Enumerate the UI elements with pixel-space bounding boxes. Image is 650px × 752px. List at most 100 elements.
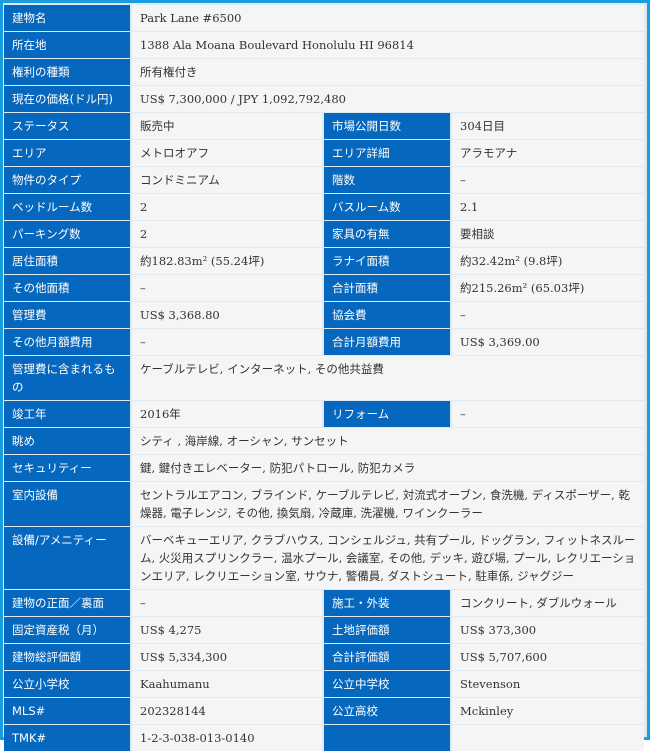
label-total-area: 合計面積 (324, 275, 452, 301)
label-ownership: 権利の種類 (4, 59, 132, 85)
value-total-area: 約215.26m² (65.03坪) (452, 275, 644, 301)
label-empty (324, 725, 452, 751)
value-status: 販売中 (132, 113, 324, 139)
label-status: ステータス (4, 113, 132, 139)
value-construction: コンクリート, ダブルウォール (452, 590, 644, 616)
row-view: 眺め シティ , 海岸線, オーシャン, サンセット (4, 428, 644, 454)
label-tmk: TMK# (4, 725, 132, 751)
value-tmk: 1-2-3-038-013-0140 (132, 725, 324, 751)
value-mls: 202328144 (132, 698, 324, 724)
label-association-fee: 協会費 (324, 302, 452, 328)
value-renovation: – (452, 401, 644, 427)
label-view: 眺め (4, 428, 132, 454)
label-area: エリア (4, 140, 132, 166)
value-price: US$ 7,300,000 / JPY 1,092,792,480 (132, 86, 644, 112)
row-other-monthly: その他月額費用 – 合計月額費用 US$ 3,369.00 (4, 329, 644, 355)
label-land-assessment: 土地評価額 (324, 617, 452, 643)
label-interior-features: 室内設備 (4, 482, 132, 526)
value-other-monthly: – (132, 329, 324, 355)
row-elementary-school: 公立小学校 Kaahumanu 公立中学校 Stevenson (4, 671, 644, 697)
value-elementary-school: Kaahumanu (132, 671, 324, 697)
property-spec-frame: 建物名 Park Lane #6500 所在地 1388 Ala Moana B… (0, 0, 650, 751)
value-empty (452, 725, 644, 751)
row-property-tax: 固定資産税（月） US$ 4,275 土地評価額 US$ 373,300 (4, 617, 644, 643)
row-bedrooms: ベッドルーム数 2 バスルーム数 2.1 (4, 194, 644, 220)
value-association-fee: – (452, 302, 644, 328)
label-amenities: 設備/アメニティー (4, 527, 132, 589)
label-living-area: 居住面積 (4, 248, 132, 274)
value-security: 鍵, 鍵付きエレベーター, 防犯パトロール, 防犯カメラ (132, 455, 644, 481)
row-building-assessment: 建物総評価額 US$ 5,334,300 合計評価額 US$ 5,707,600 (4, 644, 644, 670)
value-total-assessment: US$ 5,707,600 (452, 644, 644, 670)
label-middle-school: 公立中学校 (324, 671, 452, 697)
label-other-area: その他面積 (4, 275, 132, 301)
row-address: 所在地 1388 Ala Moana Boulevard Honolulu HI… (4, 32, 644, 58)
row-tmk: TMK# 1-2-3-038-013-0140 (4, 725, 644, 751)
row-fee-includes: 管理費に含まれるもの ケーブルテレビ, インターネット, その他共益費 (4, 356, 644, 400)
value-property-tax: US$ 4,275 (132, 617, 324, 643)
row-parking: パーキング数 2 家具の有無 要相談 (4, 221, 644, 247)
value-amenities: バーベキューエリア, クラブハウス, コンシェルジュ, 共有プール, ドッグラン… (132, 527, 644, 589)
label-lanai-area: ラナイ面積 (324, 248, 452, 274)
value-interior-features: セントラルエアコン, ブラインド, ケーブルテレビ, 対流式オーブン, 食洗機,… (132, 482, 644, 526)
row-property-type: 物件のタイプ コンドミニアム 階数 – (4, 167, 644, 193)
label-construction: 施工・外装 (324, 590, 452, 616)
value-maintenance-fee: US$ 3,368.80 (132, 302, 324, 328)
row-amenities: 設備/アメニティー バーベキューエリア, クラブハウス, コンシェルジュ, 共有… (4, 527, 644, 589)
value-floors: – (452, 167, 644, 193)
row-building-name: 建物名 Park Lane #6500 (4, 5, 644, 31)
label-property-type: 物件のタイプ (4, 167, 132, 193)
row-area: エリア メトロオアフ エリア詳細 アラモアナ (4, 140, 644, 166)
label-total-monthly: 合計月額費用 (324, 329, 452, 355)
label-area-detail: エリア詳細 (324, 140, 452, 166)
row-price: 現在の価格(ドル円) US$ 7,300,000 / JPY 1,092,792… (4, 86, 644, 112)
row-interior-features: 室内設備 セントラルエアコン, ブラインド, ケーブルテレビ, 対流式オーブン,… (4, 482, 644, 526)
row-security: セキュリティー 鍵, 鍵付きエレベーター, 防犯パトロール, 防犯カメラ (4, 455, 644, 481)
value-furnished: 要相談 (452, 221, 644, 247)
row-maintenance-fee: 管理費 US$ 3,368.80 協会費 – (4, 302, 644, 328)
label-address: 所在地 (4, 32, 132, 58)
value-living-area: 約182.83m² (55.24坪) (132, 248, 324, 274)
label-parking: パーキング数 (4, 221, 132, 247)
value-area: メトロオアフ (132, 140, 324, 166)
label-year-built: 竣工年 (4, 401, 132, 427)
row-status: ステータス 販売中 市場公開日数 304日目 (4, 113, 644, 139)
value-lanai-area: 約32.42m² (9.8坪) (452, 248, 644, 274)
row-year-built: 竣工年 2016年 リフォーム – (4, 401, 644, 427)
value-high-school: Mckinley (452, 698, 644, 724)
label-total-assessment: 合計評価額 (324, 644, 452, 670)
label-mls: MLS# (4, 698, 132, 724)
row-living-area: 居住面積 約182.83m² (55.24坪) ラナイ面積 約32.42m² (… (4, 248, 644, 274)
label-maintenance-fee: 管理費 (4, 302, 132, 328)
value-bedrooms: 2 (132, 194, 324, 220)
value-frontage: – (132, 590, 324, 616)
label-floors: 階数 (324, 167, 452, 193)
label-bedrooms: ベッドルーム数 (4, 194, 132, 220)
value-fee-includes: ケーブルテレビ, インターネット, その他共益費 (132, 356, 644, 400)
label-other-monthly: その他月額費用 (4, 329, 132, 355)
label-building-assessment: 建物総評価額 (4, 644, 132, 670)
value-year-built: 2016年 (132, 401, 324, 427)
label-building-name: 建物名 (4, 5, 132, 31)
label-fee-includes: 管理費に含まれるもの (4, 356, 132, 400)
label-price: 現在の価格(ドル円) (4, 86, 132, 112)
value-building-name: Park Lane #6500 (132, 5, 644, 31)
label-security: セキュリティー (4, 455, 132, 481)
label-high-school: 公立高校 (324, 698, 452, 724)
value-other-area: – (132, 275, 324, 301)
value-area-detail: アラモアナ (452, 140, 644, 166)
value-address: 1388 Ala Moana Boulevard Honolulu HI 968… (132, 32, 644, 58)
value-land-assessment: US$ 373,300 (452, 617, 644, 643)
value-view: シティ , 海岸線, オーシャン, サンセット (132, 428, 644, 454)
label-frontage: 建物の正面／裏面 (4, 590, 132, 616)
row-frontage: 建物の正面／裏面 – 施工・外装 コンクリート, ダブルウォール (4, 590, 644, 616)
value-middle-school: Stevenson (452, 671, 644, 697)
value-total-monthly: US$ 3,369.00 (452, 329, 644, 355)
value-building-assessment: US$ 5,334,300 (132, 644, 324, 670)
value-ownership: 所有権付き (132, 59, 644, 85)
row-mls: MLS# 202328144 公立高校 Mckinley (4, 698, 644, 724)
value-bathrooms: 2.1 (452, 194, 644, 220)
row-ownership: 権利の種類 所有権付き (4, 59, 644, 85)
value-days-on-market: 304日目 (452, 113, 644, 139)
label-furnished: 家具の有無 (324, 221, 452, 247)
